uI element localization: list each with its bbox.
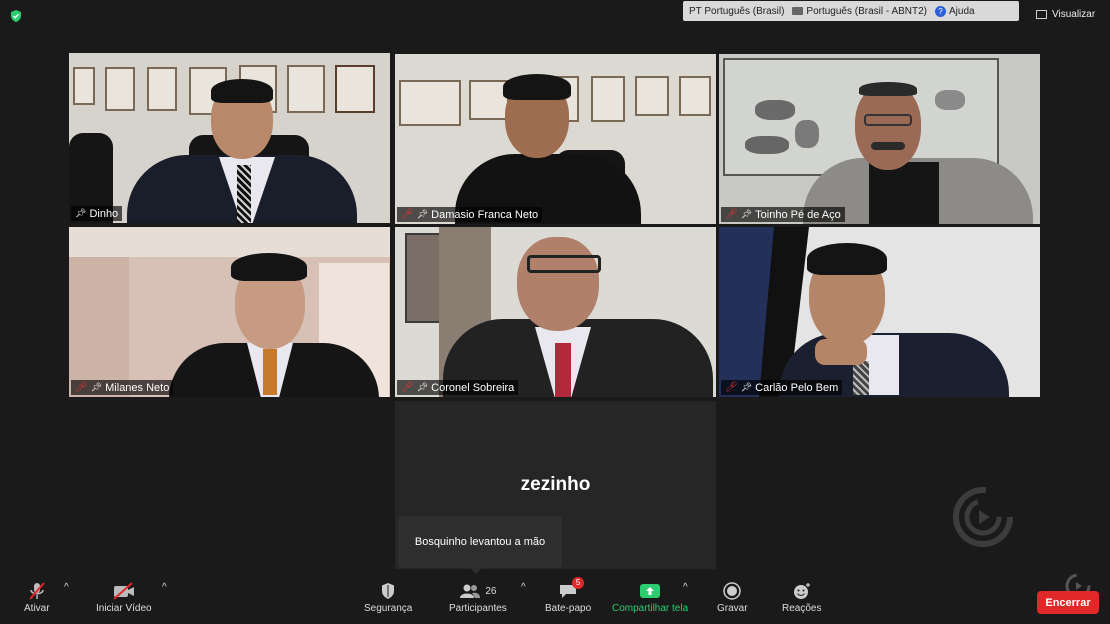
share-screen-icon [640, 584, 661, 598]
people-icon [460, 584, 481, 598]
participants-count: 26 [485, 585, 497, 597]
help-icon: ? [935, 5, 947, 17]
participant-nameplate: 🎤︎ 📌︎ Damasio Franca Neto [397, 207, 543, 222]
view-button[interactable]: Visualizar [1036, 9, 1095, 20]
video-tile[interactable]: 🎤︎ 📌︎ Damasio Franca Neto [395, 54, 716, 224]
end-meeting-button[interactable]: Encerrar [1037, 591, 1099, 614]
pin-icon: 📌︎ [740, 209, 753, 219]
chat-unread-badge: 5 [572, 577, 585, 589]
microphone-muted-icon: 🎤︎ [725, 209, 738, 220]
participant-name: Dinho [89, 207, 119, 220]
audio-options-caret[interactable]: ^ [64, 582, 69, 593]
share-screen-button[interactable]: Compartilhar tela [612, 582, 688, 614]
pin-icon: 📌︎ [416, 382, 429, 392]
microphone-muted-icon: 🎤︎ [75, 382, 88, 393]
video-camera-off-icon [113, 582, 134, 600]
record-button[interactable]: Gravar [717, 582, 748, 614]
watermark-logo-icon [953, 487, 1013, 547]
microphone-muted-icon: 🎤︎ [401, 209, 414, 220]
participant-nameplate: 🎤︎ 📌︎ Milanes Neto [71, 380, 174, 395]
pin-icon: 📌︎ [416, 209, 429, 219]
participants-options-caret[interactable]: ^ [521, 582, 526, 593]
pin-icon: 📌︎ [740, 382, 753, 392]
participants-button[interactable]: 26 Participantes [449, 582, 507, 614]
participant-nameplate: 🎤︎ 📌︎ Toinho Pé de Aço [721, 207, 845, 222]
participant-nameplate: 📌︎ Dinho [71, 206, 123, 221]
video-tile[interactable]: 📌︎ Dinho [69, 53, 390, 223]
unmute-button[interactable]: Ativar [24, 582, 50, 614]
participant-name: Carlão Pelo Bem [755, 381, 839, 394]
video-tile[interactable]: 🎤︎ 📌︎ Toinho Pé de Aço [719, 54, 1040, 224]
chat-button[interactable]: 5 Bate-papo [545, 577, 591, 614]
shield-icon [382, 583, 395, 599]
video-tile[interactable]: 🎤︎ 📌︎ Coronel Sobreira [395, 227, 716, 397]
participant-name: Toinho Pé de Aço [755, 208, 841, 221]
language-bar[interactable]: PT Português (Brasil) Português (Brasil … [683, 1, 1019, 21]
microphone-muted-icon [29, 582, 45, 600]
microphone-muted-icon: 🎤︎ [725, 382, 738, 393]
raise-hand-notification: Bosquinho levantou a mão [398, 516, 562, 574]
security-button[interactable]: Segurança [364, 582, 412, 614]
video-options-caret[interactable]: ^ [162, 582, 167, 593]
help-button[interactable]: ? Ajuda [935, 5, 975, 17]
microphone-muted-icon: 🎤︎ [401, 382, 414, 393]
video-tile[interactable]: 🎤︎ 📌︎ Carlão Pelo Bem [719, 227, 1040, 397]
reactions-button[interactable]: Reações [782, 582, 821, 614]
smiley-plus-icon [793, 583, 810, 599]
security-shield-icon [11, 10, 21, 22]
meeting-toolbar: Ativar ^ Iniciar Vídeo ^ Segurança 26 Pa… [0, 573, 1110, 624]
participant-name: Milanes Neto [105, 381, 170, 394]
participant-name: Damasio Franca Neto [431, 208, 539, 221]
pin-icon: 📌︎ [75, 208, 87, 218]
pin-icon: 📌︎ [90, 382, 103, 392]
start-video-button[interactable]: Iniciar Vídeo [96, 582, 152, 614]
grid-view-icon [1036, 10, 1047, 19]
share-options-caret[interactable]: ^ [683, 582, 688, 593]
video-tile[interactable]: 🎤︎ 📌︎ Milanes Neto [69, 227, 390, 397]
participant-nameplate: 🎤︎ 📌︎ Coronel Sobreira [397, 380, 519, 395]
participant-name: zezinho [520, 474, 591, 495]
keyboard-icon [792, 6, 804, 15]
participant-nameplate: 🎤︎ 📌︎ Carlão Pelo Bem [721, 380, 843, 395]
participant-name: Coronel Sobreira [431, 381, 515, 394]
record-icon [723, 582, 742, 600]
input-language[interactable]: PT Português (Brasil) [689, 6, 784, 17]
keyboard-layout[interactable]: Português (Brasil - ABNT2) [792, 6, 927, 17]
